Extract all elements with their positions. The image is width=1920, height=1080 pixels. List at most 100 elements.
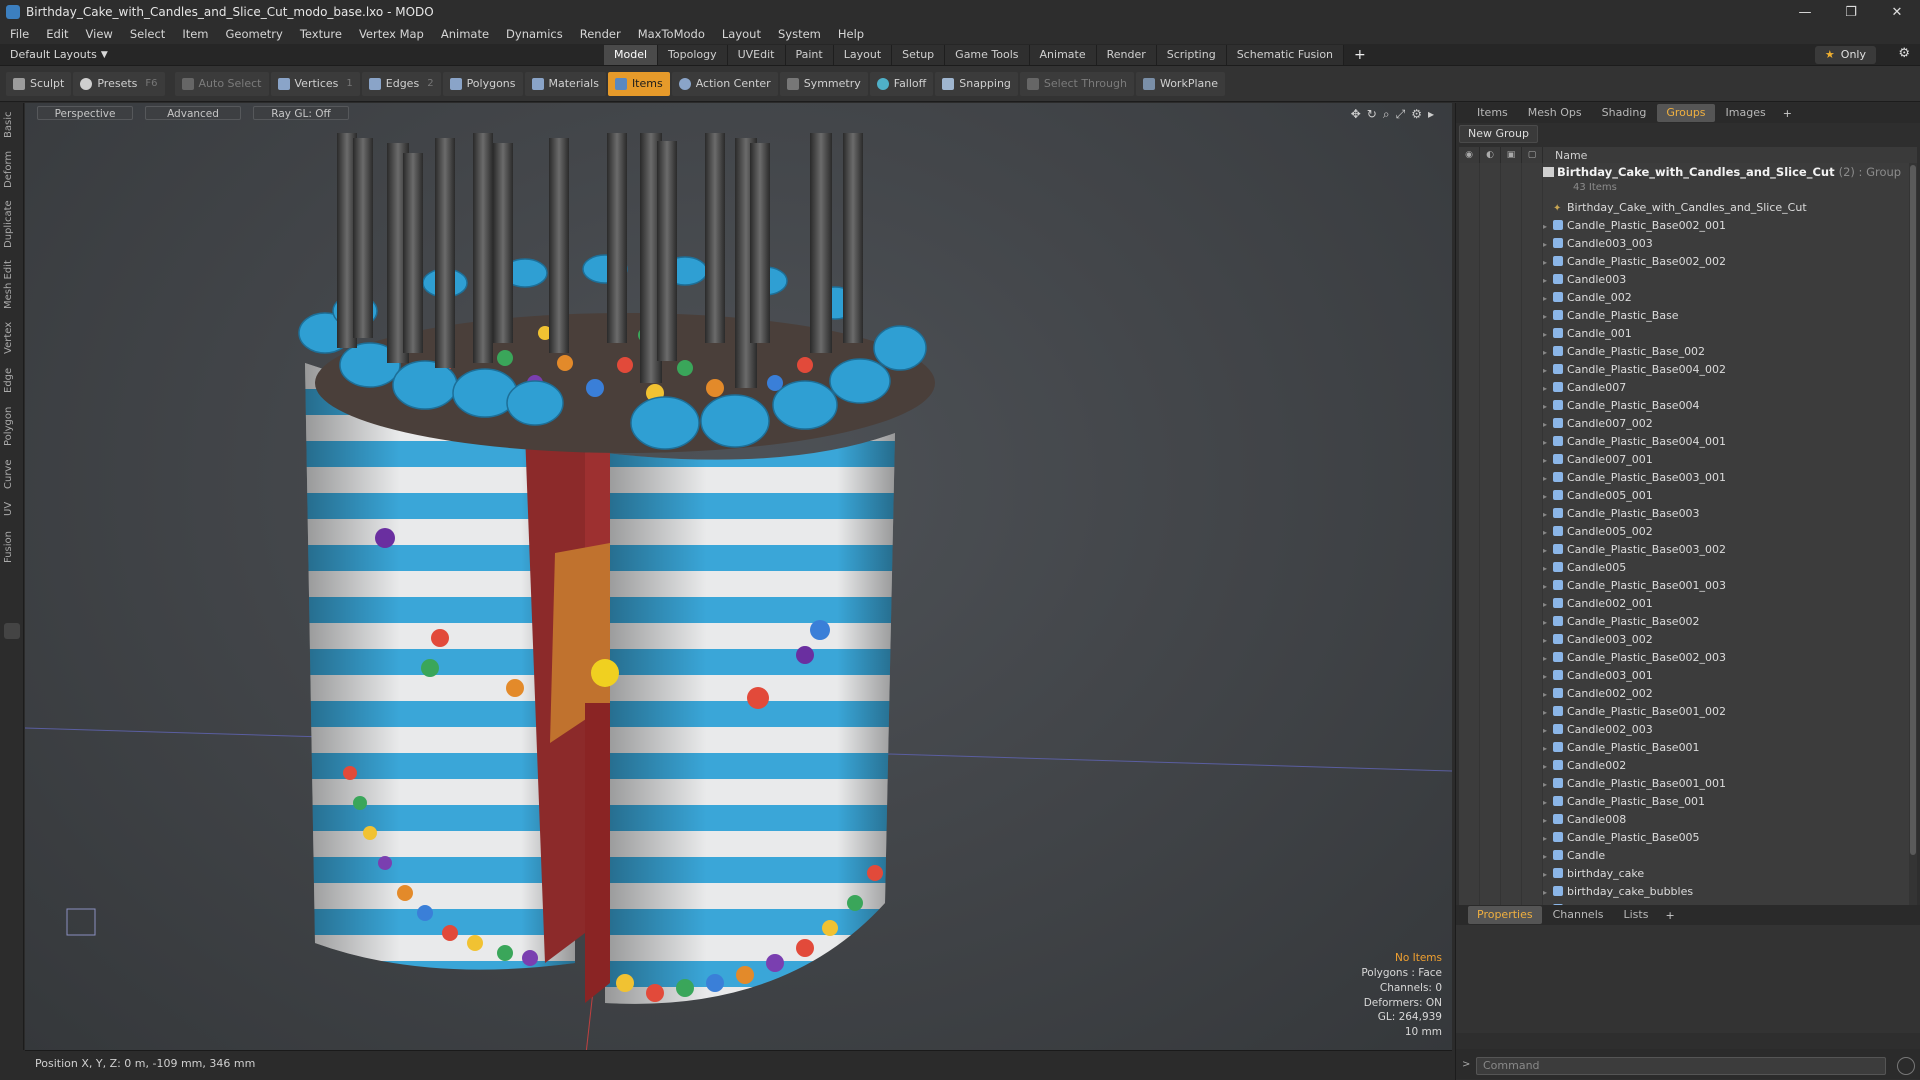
expand-icon[interactable]: ▸: [1543, 704, 1553, 722]
new-group-button[interactable]: New Group: [1459, 125, 1538, 143]
list-scrollbar[interactable]: [1909, 163, 1917, 920]
list-item[interactable]: ▸ Candle_Plastic_Base004_002: [1543, 361, 1726, 379]
auto-select-button[interactable]: Auto Select: [174, 71, 269, 96]
expand-icon[interactable]: ▸: [1543, 596, 1553, 614]
only-button[interactable]: ★ Only: [1814, 46, 1876, 64]
zoom-icon[interactable]: ⌕: [1383, 107, 1390, 122]
list-item[interactable]: ▸ Candle002_001: [1543, 595, 1653, 613]
expand-icon[interactable]: ▸: [1543, 434, 1553, 452]
menu-maxtomodo[interactable]: MaxToModo: [638, 27, 705, 41]
list-item[interactable]: ▸ Candle_Plastic_Base001_003: [1543, 577, 1726, 595]
tab-scripting[interactable]: Scripting: [1156, 45, 1227, 65]
action-center-button[interactable]: Action Center: [671, 71, 778, 96]
expand-icon[interactable]: ▸: [1543, 344, 1553, 362]
list-item[interactable]: ▸ Candle007: [1543, 379, 1626, 397]
tooltab-deform[interactable]: Deform: [3, 147, 21, 191]
expand-icon[interactable]: ▸: [1543, 722, 1553, 740]
list-item[interactable]: ▸ Candle_Plastic_Base002_002: [1543, 253, 1726, 271]
tooltab-uv[interactable]: UV: [3, 497, 21, 521]
lock-column-icon[interactable]: ▣: [1501, 147, 1522, 163]
shading-mode-selector[interactable]: Advanced: [145, 106, 241, 120]
items-button[interactable]: Items: [607, 71, 670, 96]
tab-lists[interactable]: Lists: [1615, 906, 1658, 924]
menu-file[interactable]: File: [10, 27, 29, 41]
tooltab-mesh-edit[interactable]: Mesh Edit: [3, 257, 21, 313]
tab-setup[interactable]: Setup: [892, 45, 946, 65]
list-item[interactable]: ▸ Candle002: [1543, 757, 1626, 775]
list-item[interactable]: ▸ Candle_Plastic_Base002: [1543, 613, 1700, 631]
presets-button[interactable]: Presets F6: [73, 71, 165, 96]
tab-animate[interactable]: Animate: [1029, 45, 1097, 65]
group-list[interactable]: Birthday_Cake_with_Candles_and_Slice_Cut…: [1459, 163, 1917, 920]
expand-icon[interactable]: ▸: [1543, 686, 1553, 704]
edges-button[interactable]: Edges 2: [361, 71, 441, 96]
view-mode-selector[interactable]: Perspective: [37, 106, 133, 120]
list-item[interactable]: ▸ Candle_Plastic_Base003: [1543, 505, 1700, 523]
list-item[interactable]: ▸ Candle_Plastic_Base001: [1543, 739, 1700, 757]
add-layout-tab-button[interactable]: +: [1344, 45, 1376, 65]
expand-icon[interactable]: ▸: [1543, 542, 1553, 560]
menu-texture[interactable]: Texture: [300, 27, 342, 41]
list-item[interactable]: ▸ Candle_Plastic_Base_001: [1543, 793, 1705, 811]
expand-icon[interactable]: ▸: [1543, 560, 1553, 578]
tab-channels[interactable]: Channels: [1544, 906, 1613, 924]
list-item[interactable]: ▸ Candle_Plastic_Base: [1543, 307, 1679, 325]
expand-icon[interactable]: ▸: [1543, 776, 1553, 794]
expand-icon[interactable]: ▸: [1543, 290, 1553, 308]
list-item[interactable]: ▸ Candle_001: [1543, 325, 1632, 343]
expand-icon[interactable]: ▸: [1543, 794, 1553, 812]
add-tab-button[interactable]: +: [1777, 107, 1798, 120]
vertices-button[interactable]: Vertices 1: [270, 71, 360, 96]
list-item[interactable]: ▸ Candle_Plastic_Base005: [1543, 829, 1700, 847]
expand-icon[interactable]: ▸: [1543, 650, 1553, 668]
sculpt-button[interactable]: Sculpt: [6, 71, 72, 96]
tab-render[interactable]: Render: [1096, 45, 1157, 65]
tooltab-edge[interactable]: Edge: [3, 363, 21, 397]
list-item[interactable]: ▸ Candle003: [1543, 271, 1626, 289]
list-item[interactable]: ▸ Candle002_003: [1543, 721, 1653, 739]
expand-icon[interactable]: ▸: [1543, 398, 1553, 416]
command-execute-icon[interactable]: [1897, 1057, 1915, 1075]
3d-viewport[interactable]: Perspective Advanced Ray GL: Off ✥ ↻ ⌕ ⤢…: [25, 103, 1452, 1050]
rotate-icon[interactable]: ↻: [1367, 107, 1377, 122]
list-item[interactable]: ▸ Candle005: [1543, 559, 1626, 577]
tab-layout[interactable]: Layout: [833, 45, 893, 65]
expand-icon[interactable]: ▸: [1543, 758, 1553, 776]
list-item[interactable]: ▸ birthday_cake_bubbles: [1543, 883, 1693, 901]
list-item[interactable]: ▸ Candle005_002: [1543, 523, 1653, 541]
menu-dynamics[interactable]: Dynamics: [506, 27, 563, 41]
list-item[interactable]: ▸ Candle007_002: [1543, 415, 1653, 433]
expand-icon[interactable]: ▸: [1543, 308, 1553, 326]
expand-icon[interactable]: ▸: [1543, 848, 1553, 866]
tooltab-vertex[interactable]: Vertex: [3, 317, 21, 359]
list-item[interactable]: ▸ Candle_Plastic_Base004_001: [1543, 433, 1726, 451]
viewport-settings-icon[interactable]: ⚙: [1411, 107, 1422, 122]
expand-icon[interactable]: ▸: [1543, 362, 1553, 380]
materials-button[interactable]: Materials: [524, 71, 606, 96]
menu-item[interactable]: Item: [182, 27, 208, 41]
restore-button[interactable]: ❐: [1828, 5, 1874, 20]
visibility-column-icon[interactable]: ◉: [1459, 147, 1480, 163]
tab-topology[interactable]: Topology: [658, 45, 728, 65]
polygons-button[interactable]: Polygons: [442, 71, 523, 96]
list-item[interactable]: ▸ Candle002_002: [1543, 685, 1653, 703]
group-row[interactable]: Birthday_Cake_with_Candles_and_Slice_Cut…: [1543, 163, 1901, 199]
scrollbar-thumb[interactable]: [1910, 165, 1916, 855]
name-column-header[interactable]: Name: [1555, 149, 1587, 162]
menu-edit[interactable]: Edit: [46, 27, 68, 41]
expand-icon[interactable]: ▸: [1543, 326, 1553, 344]
minimize-button[interactable]: —: [1782, 5, 1828, 20]
pan-icon[interactable]: ✥: [1351, 107, 1361, 122]
expand-icon[interactable]: ▸: [1543, 668, 1553, 686]
tab-mesh-ops[interactable]: Mesh Ops: [1519, 104, 1591, 122]
snapping-button[interactable]: Snapping: [935, 71, 1018, 96]
expand-icon[interactable]: ▸: [1543, 488, 1553, 506]
tooltab-curve[interactable]: Curve: [3, 455, 21, 493]
expand-icon[interactable]: ▸: [1543, 830, 1553, 848]
list-item[interactable]: ▸ Candle005_001: [1543, 487, 1653, 505]
symmetry-button[interactable]: Symmetry: [779, 71, 868, 96]
tooltab-basic[interactable]: Basic: [3, 107, 21, 143]
sidebar-toggle-button[interactable]: [4, 623, 20, 639]
tab-model[interactable]: Model: [604, 45, 659, 65]
list-item[interactable]: ▸ Candle003_003: [1543, 235, 1653, 253]
